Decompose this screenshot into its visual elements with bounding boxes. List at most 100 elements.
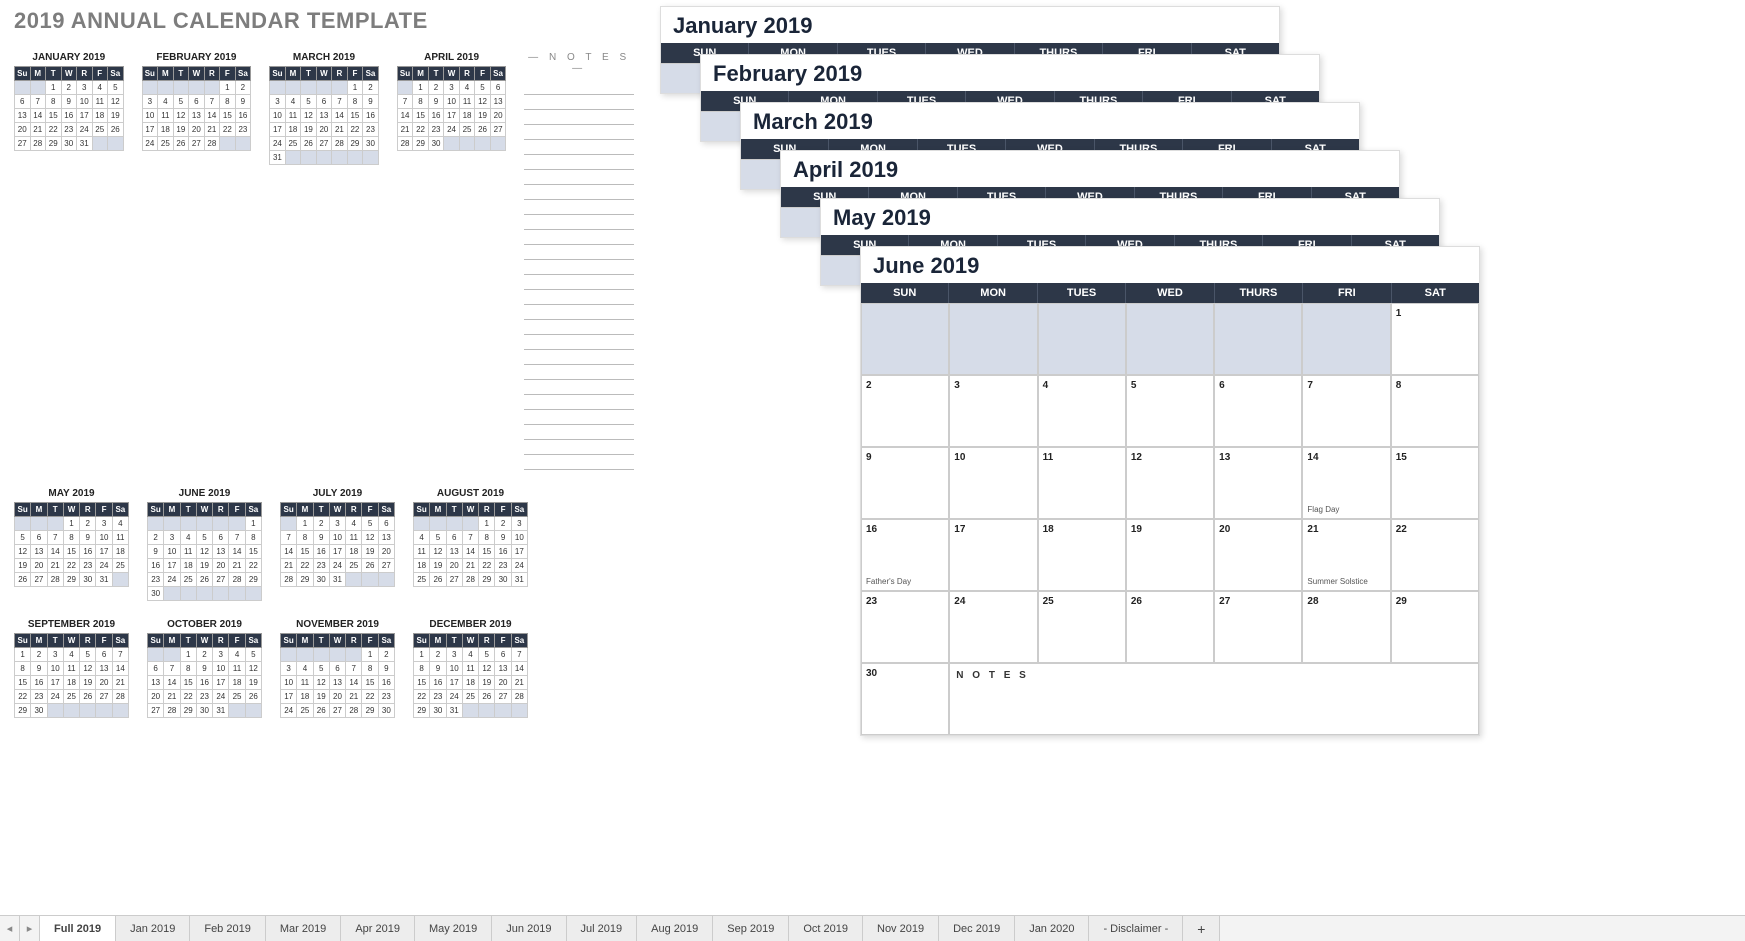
calendar-cell[interactable]	[1126, 303, 1214, 375]
mini-dow: M	[285, 67, 301, 81]
mini-day	[285, 81, 301, 95]
add-sheet-button[interactable]: +	[1183, 916, 1220, 941]
sheet-tab[interactable]: Oct 2019	[789, 916, 863, 941]
note-line[interactable]	[524, 215, 634, 230]
calendar-cell[interactable]	[949, 303, 1037, 375]
calendar-cell[interactable]: 4	[1038, 375, 1126, 447]
note-line[interactable]	[524, 290, 634, 305]
calendar-cell[interactable]: 30	[861, 663, 949, 735]
note-line[interactable]	[524, 95, 634, 110]
note-line[interactable]	[524, 125, 634, 140]
mini-day: 15	[347, 109, 363, 123]
calendar-cell[interactable]: 25	[1038, 591, 1126, 663]
calendar-cell[interactable]	[1302, 303, 1390, 375]
note-line[interactable]	[524, 335, 634, 350]
mini-month-title: SEPTEMBER 2019	[14, 619, 129, 630]
sheet-tab[interactable]: Dec 2019	[939, 916, 1015, 941]
sheet-tab[interactable]: Jun 2019	[492, 916, 566, 941]
note-line[interactable]	[524, 200, 634, 215]
calendar-cell[interactable]: 17	[949, 519, 1037, 591]
mini-day: 15	[220, 109, 236, 123]
calendar-cell[interactable]: 22	[1391, 519, 1479, 591]
calendar-cell[interactable]: 23	[861, 591, 949, 663]
calendar-cell[interactable]: 24	[949, 591, 1037, 663]
calendar-cell[interactable]: 8	[1391, 375, 1479, 447]
mini-day: 20	[329, 690, 345, 704]
note-line[interactable]	[524, 110, 634, 125]
sheet-tab[interactable]: Jul 2019	[567, 916, 638, 941]
calendar-cell[interactable]: 10	[949, 447, 1037, 519]
notes-area[interactable]: N O T E S	[949, 663, 1479, 735]
calendar-cell[interactable]: 15	[1391, 447, 1479, 519]
calendar-cell[interactable]: 19	[1126, 519, 1214, 591]
sheet-tab[interactable]: Aug 2019	[637, 916, 713, 941]
calendar-cell[interactable]: 29	[1391, 591, 1479, 663]
calendar-cell[interactable]	[861, 303, 949, 375]
mini-day: 21	[164, 690, 180, 704]
calendar-cell[interactable]: 16Father's Day	[861, 519, 949, 591]
note-line[interactable]	[524, 275, 634, 290]
note-line[interactable]	[524, 395, 634, 410]
sheet-tab[interactable]: Nov 2019	[863, 916, 939, 941]
note-line[interactable]	[524, 260, 634, 275]
sheet-tab[interactable]: Sep 2019	[713, 916, 789, 941]
calendar-cell[interactable]: 26	[1126, 591, 1214, 663]
mini-day	[15, 517, 31, 531]
mini-day: 8	[63, 531, 79, 545]
calendar-cell[interactable]: 28	[1302, 591, 1390, 663]
mini-day: 23	[80, 559, 96, 573]
sheet-tab[interactable]: Mar 2019	[266, 916, 341, 941]
sheet-tab[interactable]: Feb 2019	[190, 916, 265, 941]
note-line[interactable]	[524, 245, 634, 260]
note-line[interactable]	[524, 320, 634, 335]
calendar-cell[interactable]: 12	[1126, 447, 1214, 519]
calendar-cell[interactable]: 6	[1214, 375, 1302, 447]
tab-scroll-right-icon[interactable]: ▸	[20, 916, 40, 941]
mini-dow: R	[80, 634, 96, 648]
calendar-cell[interactable]: 14Flag Day	[1302, 447, 1390, 519]
note-line[interactable]	[524, 80, 634, 95]
note-line[interactable]	[524, 425, 634, 440]
mini-dow: F	[220, 67, 236, 81]
mini-day: 16	[430, 676, 446, 690]
calendar-cell[interactable]: 1	[1391, 303, 1479, 375]
calendar-cell[interactable]: 13	[1214, 447, 1302, 519]
note-line[interactable]	[524, 350, 634, 365]
note-line[interactable]	[524, 170, 634, 185]
mini-day	[444, 137, 460, 151]
note-line[interactable]	[524, 230, 634, 245]
calendar-cell[interactable]: 2	[861, 375, 949, 447]
note-line[interactable]	[524, 140, 634, 155]
mini-day: 21	[511, 676, 527, 690]
sheet-tab[interactable]: Full 2019	[40, 916, 116, 941]
calendar-cell[interactable]: 21Summer Solstice	[1302, 519, 1390, 591]
calendar-cell[interactable]: 11	[1038, 447, 1126, 519]
note-line[interactable]	[524, 365, 634, 380]
calendar-cell[interactable]: 27	[1214, 591, 1302, 663]
note-line[interactable]	[524, 440, 634, 455]
note-line[interactable]	[524, 185, 634, 200]
note-line[interactable]	[524, 455, 634, 470]
tab-scroll-left-icon[interactable]: ◂	[0, 916, 20, 941]
calendar-cell[interactable]: 3	[949, 375, 1037, 447]
calendar-cell[interactable]: 5	[1126, 375, 1214, 447]
mini-day	[316, 151, 332, 165]
sheet-tab[interactable]: Apr 2019	[341, 916, 415, 941]
mini-day: 16	[31, 676, 47, 690]
mini-day: 9	[148, 545, 164, 559]
calendar-cell[interactable]: 18	[1038, 519, 1126, 591]
calendar-cell[interactable]	[1038, 303, 1126, 375]
calendar-cell[interactable]: 7	[1302, 375, 1390, 447]
note-line[interactable]	[524, 380, 634, 395]
sheet-tab[interactable]: Jan 2019	[116, 916, 190, 941]
note-line[interactable]	[524, 305, 634, 320]
mini-day	[285, 151, 301, 165]
calendar-cell[interactable]: 9	[861, 447, 949, 519]
sheet-tab[interactable]: May 2019	[415, 916, 492, 941]
sheet-tab[interactable]: - Disclaimer -	[1089, 916, 1183, 941]
note-line[interactable]	[524, 155, 634, 170]
note-line[interactable]	[524, 410, 634, 425]
sheet-tab[interactable]: Jan 2020	[1015, 916, 1089, 941]
calendar-cell[interactable]: 20	[1214, 519, 1302, 591]
calendar-cell[interactable]	[1214, 303, 1302, 375]
